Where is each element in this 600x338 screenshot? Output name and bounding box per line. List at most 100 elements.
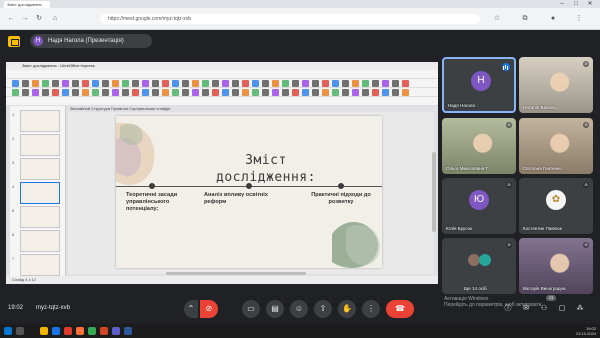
toolbar-button[interactable] [72,80,79,87]
toolbar-button[interactable] [342,89,349,96]
toolbar-button[interactable] [92,89,99,96]
toolbar-button[interactable] [282,89,289,96]
toolbar-button[interactable] [142,80,149,87]
participant-tile[interactable]: Наталія Василь ⊘ [519,57,593,113]
toolbar-button[interactable] [372,80,379,87]
leave-call-button[interactable]: ☎ [386,300,414,318]
toolbar-button[interactable] [192,89,199,96]
toolbar-button[interactable] [352,80,359,87]
toolbar-button[interactable] [62,80,69,87]
toolbar-button[interactable] [352,89,359,96]
toolbar-button[interactable] [152,80,159,87]
toolbar-button[interactable] [242,89,249,96]
vertical-scrollbar[interactable] [432,152,436,232]
toolbar-button[interactable] [12,89,19,96]
toolbar-button[interactable] [212,89,219,96]
participant-tile[interactable]: Вікторія Виноградна ⊘ [519,238,593,294]
horizontal-scrollbar[interactable] [166,272,306,275]
toolbar-button[interactable] [42,80,49,87]
toolbar-button[interactable] [122,80,129,87]
participant-tile[interactable]: Ольга Миколаївна Т ⊘ [442,118,516,174]
forward-icon[interactable]: → [20,14,30,24]
toolbar-button[interactable] [322,80,329,87]
toolbar-button[interactable] [52,80,59,87]
toolbar-button[interactable] [122,89,129,96]
captions-button[interactable]: ▤ [266,300,284,318]
browser-tab[interactable]: Зміст дослідження [4,1,50,8]
toolbar-button[interactable] [72,89,79,96]
back-icon[interactable]: ← [6,14,16,24]
toolbar-button[interactable] [342,80,349,87]
toolbar-button[interactable] [272,80,279,87]
slide-thumbnail[interactable] [20,206,60,228]
toolbar-button[interactable] [262,89,269,96]
word-icon[interactable] [124,327,132,335]
teams-icon[interactable] [112,327,120,335]
toolbar-button[interactable] [332,89,339,96]
toolbar-button[interactable] [392,80,399,87]
participant-tile[interactable]: Ще 14 осіб ⊘ [442,238,516,294]
toolbar-button[interactable] [382,89,389,96]
toolbar-button[interactable] [312,80,319,87]
toolbar-button[interactable] [22,89,29,96]
reload-icon[interactable]: ↻ [34,14,44,24]
file-explorer-icon[interactable] [40,327,48,335]
url-field[interactable]: https://meet.google.com/myz-tqtz-xvb [100,14,480,24]
toolbar-button[interactable] [62,89,69,96]
camera-button[interactable]: ▭ [242,300,260,318]
presenter-chip[interactable]: Н Надя Нагола (Презентація) [30,34,152,48]
toolbar-button[interactable] [212,80,219,87]
toolbar-button[interactable] [322,89,329,96]
toolbar-button[interactable] [82,80,89,87]
activities-icon[interactable]: ⁂ [574,303,586,315]
slide-thumbnail[interactable] [20,158,60,180]
toolbar-button[interactable] [12,80,19,87]
taskbar-clock[interactable]: 19:02 23.10.2024 [560,326,596,336]
participant-tile[interactable]: Н Надя Нагола [442,57,516,113]
mic-off-button[interactable]: ⊘ [200,300,218,318]
toolbar-button[interactable] [402,89,409,96]
toolbar-button[interactable] [202,80,209,87]
powerpoint-icon[interactable] [100,327,108,335]
participant-tile[interactable]: Світлана Гнатенко ⊘ [519,118,593,174]
toolbar-button[interactable] [32,89,39,96]
toolbar-button[interactable] [182,89,189,96]
chat-bubble-icon[interactable]: ▢ [556,303,568,315]
firefox-icon[interactable] [76,327,84,335]
toolbar-button[interactable] [282,80,289,87]
toolbar-button[interactable] [152,89,159,96]
toolbar-button[interactable] [362,89,369,96]
toolbar-button[interactable] [302,80,309,87]
app-icon[interactable] [52,327,60,335]
search-icon[interactable] [16,327,24,335]
people-icon[interactable]: ⚇ [538,303,550,315]
menu-icon[interactable]: ⋮ [574,14,584,24]
slide-thumbnail[interactable] [20,230,60,252]
toolbar-button[interactable] [242,80,249,87]
toolbar-button[interactable] [42,89,49,96]
toolbar-button[interactable] [402,80,409,87]
home-icon[interactable]: ⌂ [50,14,60,24]
toolbar-button[interactable] [182,80,189,87]
toolbar-button[interactable] [162,80,169,87]
minimize-icon[interactable]: – [556,0,568,8]
more-options-button[interactable]: ⋮ [362,300,380,318]
toolbar-button[interactable] [132,89,139,96]
toolbar-button[interactable] [92,80,99,87]
raise-hand-button[interactable]: ✋ [338,300,356,318]
chrome-icon[interactable] [88,327,96,335]
toolbar-button[interactable] [292,89,299,96]
slide-thumbnail[interactable] [20,254,60,276]
bookmark-icon[interactable]: ☆ [492,14,502,24]
toolbar-button[interactable] [292,80,299,87]
slide-thumbnail[interactable] [20,182,60,204]
toolbar-button[interactable] [202,89,209,96]
participant-tile[interactable]: ✿ Костянтин Павлюк ⊘ [519,178,593,234]
toolbar-button[interactable] [232,80,239,87]
info-icon[interactable]: ⓘ [502,303,514,315]
toolbar-button[interactable] [382,80,389,87]
toolbar-button[interactable] [372,89,379,96]
toolbar-button[interactable] [172,89,179,96]
toolbar-button[interactable] [82,89,89,96]
toolbar-button[interactable] [252,80,259,87]
